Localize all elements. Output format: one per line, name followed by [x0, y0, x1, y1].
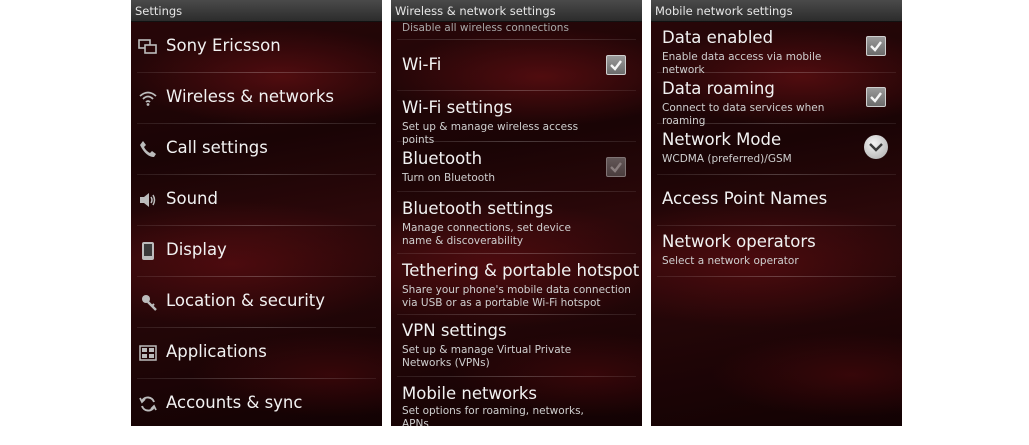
phone-icon: [138, 139, 158, 159]
row-title: Bluetooth settings: [402, 199, 554, 218]
check-icon: [870, 41, 882, 52]
row-title: Bluetooth: [402, 149, 483, 168]
check-icon: [610, 60, 622, 71]
settings-item-sony-ericsson[interactable]: Sony Ericsson: [131, 22, 382, 73]
settings-item-label: Sony Ericsson: [166, 36, 281, 55]
settings-item-label: Wireless & networks: [166, 87, 334, 106]
network-mode-row[interactable]: Network Mode WCDMA (preferred)/GSM: [651, 124, 902, 175]
settings-item-call-settings[interactable]: Call settings: [131, 124, 382, 175]
data-enabled-row[interactable]: Data enabled Enable data access via mobi…: [651, 22, 902, 76]
vpn-settings-row[interactable]: VPN settings Set up & manage Virtual Pri…: [391, 315, 642, 377]
windows-icon: [138, 37, 158, 57]
row-title: Mobile networks: [402, 384, 537, 403]
row-summary: Share your phone's mobile data connectio…: [402, 284, 631, 309]
wifi-settings-row[interactable]: Wi-Fi settings Set up & manage wireless …: [391, 91, 642, 146]
data-enabled-checkbox[interactable]: [866, 36, 886, 56]
location-security-icon: [138, 292, 158, 312]
display-icon: [138, 241, 158, 261]
wifi-icon: [138, 88, 158, 108]
wireless-network-screen: Wireless & network settings Disable all …: [391, 0, 642, 426]
bluetooth-settings-row[interactable]: Bluetooth settings Manage connections, s…: [391, 192, 642, 254]
settings-screen: Settings Sony Ericsson Wireless & networ…: [131, 0, 382, 426]
settings-item-label: Sound: [166, 189, 218, 208]
settings-item-label: Location & security: [166, 291, 326, 310]
row-title: Wi-Fi settings: [402, 98, 513, 117]
access-point-names-row[interactable]: Access Point Names: [651, 175, 902, 226]
settings-item-label: Accounts & sync: [166, 393, 303, 412]
row-title: Network operators: [662, 232, 816, 251]
check-icon: [870, 92, 882, 103]
settings-item-display[interactable]: Display: [131, 226, 382, 277]
row-summary: Select a network operator: [662, 255, 799, 267]
speaker-icon: [138, 190, 158, 210]
network-mode-dropdown[interactable]: [864, 135, 888, 159]
mobile-network-screen: Mobile network settings Data enabled Ena…: [651, 0, 902, 426]
chevron-down-icon: [869, 143, 883, 152]
row-summary: Set options for roaming, networks, APNs: [402, 405, 584, 426]
airplane-mode-partial-row[interactable]: Disable all wireless connections: [391, 22, 642, 40]
settings-item-accounts-sync[interactable]: Accounts & sync: [131, 379, 382, 426]
applications-icon: [138, 343, 158, 363]
row-summary: Disable all wireless connections: [402, 22, 569, 34]
bluetooth-checkbox[interactable]: [606, 157, 626, 177]
row-title: Data roaming: [662, 79, 775, 98]
check-icon: [610, 162, 622, 173]
data-roaming-row[interactable]: Data roaming Connect to data services wh…: [651, 73, 902, 127]
wifi-toggle-row[interactable]: Wi-Fi: [391, 40, 642, 91]
row-title: Access Point Names: [662, 189, 828, 208]
row-title: Tethering & portable hotspot: [402, 261, 640, 280]
wireless-title-bar: Wireless & network settings: [391, 0, 642, 22]
row-summary: Turn on Bluetooth: [402, 172, 495, 184]
row-summary: WCDMA (preferred)/GSM: [662, 153, 792, 165]
row-title: Network Mode: [662, 130, 782, 149]
settings-title-bar: Settings: [131, 0, 382, 22]
row-summary: Set up & manage Virtual Private Networks…: [402, 344, 572, 369]
settings-item-location-security[interactable]: Location & security: [131, 277, 382, 328]
mobile-title-bar: Mobile network settings: [651, 0, 902, 22]
mobile-networks-row[interactable]: Mobile networks Set options for roaming,…: [391, 377, 642, 426]
row-title: Data enabled: [662, 28, 774, 47]
data-roaming-checkbox[interactable]: [866, 87, 886, 107]
bluetooth-toggle-row[interactable]: Bluetooth Turn on Bluetooth: [391, 142, 642, 192]
settings-item-applications[interactable]: Applications: [131, 328, 382, 379]
row-title: Wi-Fi: [402, 55, 442, 74]
settings-item-sound[interactable]: Sound: [131, 175, 382, 226]
wifi-checkbox[interactable]: [606, 55, 626, 75]
settings-item-label: Call settings: [166, 138, 268, 157]
settings-item-label: Applications: [166, 342, 267, 361]
settings-item-wireless[interactable]: Wireless & networks: [131, 73, 382, 124]
sync-icon: [138, 394, 158, 414]
tethering-hotspot-row[interactable]: Tethering & portable hotspot Share your …: [391, 254, 642, 315]
network-operators-row[interactable]: Network operators Select a network opera…: [651, 226, 902, 277]
row-summary: Manage connections, set device name & di…: [402, 222, 571, 247]
row-title: VPN settings: [402, 321, 507, 340]
settings-item-label: Display: [166, 240, 227, 259]
